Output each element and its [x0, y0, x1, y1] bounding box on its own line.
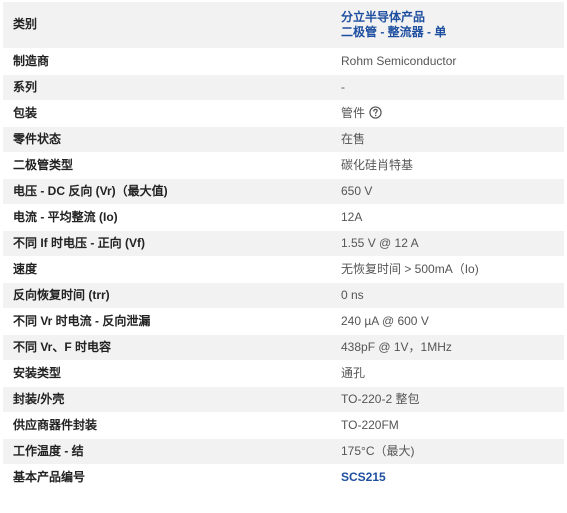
- attribute-value: 12A: [331, 204, 564, 231]
- attribute-label: 电压 - DC 反向 (Vr)（最大值): [3, 178, 331, 205]
- row-reverse-voltage: 电压 - DC 反向 (Vr)（最大值) 650 V: [3, 178, 564, 205]
- row-manufacturer: 制造商 Rohm Semiconductor: [3, 48, 564, 75]
- attribute-label: 二极管类型: [3, 152, 331, 179]
- attribute-value: Rohm Semiconductor: [331, 48, 564, 75]
- attribute-label: 制造商: [3, 48, 331, 75]
- attribute-label: 不同 Vr 时电流 - 反向泄漏: [3, 308, 331, 335]
- attribute-label: 包装: [3, 100, 331, 127]
- category-link-discrete-semiconductors[interactable]: 分立半导体产品: [341, 10, 564, 25]
- row-packaging: 包装 管件: [3, 100, 564, 127]
- attribute-label: 系列: [3, 74, 331, 101]
- attribute-value: 175°C（最大): [331, 438, 564, 465]
- attribute-value: 无恢复时间 > 500mA（Io): [331, 256, 564, 283]
- attribute-value: TO-220-2 整包: [331, 386, 564, 413]
- row-reverse-leakage-current: 不同 Vr 时电流 - 反向泄漏 240 µA @ 600 V: [3, 308, 564, 335]
- attribute-value: 管件: [331, 100, 564, 127]
- attribute-label: 工作温度 - 结: [3, 438, 331, 465]
- attribute-value: TO-220FM: [331, 412, 564, 439]
- row-part-status: 零件状态 在售: [3, 126, 564, 153]
- attribute-value: -: [331, 74, 564, 101]
- attribute-label: 基本产品编号: [3, 464, 331, 491]
- packaging-value: 管件: [341, 105, 366, 120]
- attribute-value: 650 V: [331, 178, 564, 205]
- product-attributes-table: 类别 分立半导体产品 二极管 - 整流器 - 单 制造商 Rohm Semico…: [3, 2, 564, 491]
- attribute-label: 安装类型: [3, 360, 331, 387]
- attribute-label: 电流 - 平均整流 (Io): [3, 204, 331, 231]
- attribute-value: 在售: [331, 126, 564, 153]
- row-speed: 速度 无恢复时间 > 500mA（Io): [3, 256, 564, 283]
- attribute-label: 不同 Vr、F 时电容: [3, 334, 331, 361]
- row-category: 类别 分立半导体产品 二极管 - 整流器 - 单: [3, 2, 564, 49]
- attribute-label: 封装/外壳: [3, 386, 331, 413]
- attribute-value: 通孔: [331, 360, 564, 387]
- row-supplier-device-package: 供应商器件封装 TO-220FM: [3, 412, 564, 439]
- row-series: 系列 -: [3, 74, 564, 101]
- attribute-label: 反向恢复时间 (trr): [3, 282, 331, 309]
- attribute-value: 1.55 V @ 12 A: [331, 230, 564, 257]
- attribute-value: 0 ns: [331, 282, 564, 309]
- row-forward-voltage: 不同 If 时电压 - 正向 (Vf) 1.55 V @ 12 A: [3, 230, 564, 257]
- attribute-label: 供应商器件封装: [3, 412, 331, 439]
- attribute-value: 240 µA @ 600 V: [331, 308, 564, 335]
- row-package-case: 封装/外壳 TO-220-2 整包: [3, 386, 564, 413]
- row-reverse-recovery-time: 反向恢复时间 (trr) 0 ns: [3, 282, 564, 309]
- attribute-label: 速度: [3, 256, 331, 283]
- help-circle-icon[interactable]: [369, 105, 382, 119]
- row-operating-temperature: 工作温度 - 结 175°C（最大): [3, 438, 564, 465]
- attribute-value: 分立半导体产品 二极管 - 整流器 - 单: [331, 2, 564, 49]
- attribute-value: 碳化硅肖特基: [331, 152, 564, 179]
- attribute-label: 类别: [3, 2, 331, 49]
- row-average-rectified-current: 电流 - 平均整流 (Io) 12A: [3, 204, 564, 231]
- row-base-product-number: 基本产品编号 SCS215: [3, 464, 564, 491]
- attribute-label: 零件状态: [3, 126, 331, 153]
- row-capacitance: 不同 Vr、F 时电容 438pF @ 1V，1MHz: [3, 334, 564, 361]
- category-link-diodes-rectifiers-single[interactable]: 二极管 - 整流器 - 单: [341, 25, 564, 40]
- attribute-value: SCS215: [331, 464, 564, 491]
- attribute-label: 不同 If 时电压 - 正向 (Vf): [3, 230, 331, 257]
- base-product-number-link[interactable]: SCS215: [341, 470, 386, 484]
- attribute-value: 438pF @ 1V，1MHz: [331, 334, 564, 361]
- row-mounting-type: 安装类型 通孔: [3, 360, 564, 387]
- row-diode-type: 二极管类型 碳化硅肖特基: [3, 152, 564, 179]
